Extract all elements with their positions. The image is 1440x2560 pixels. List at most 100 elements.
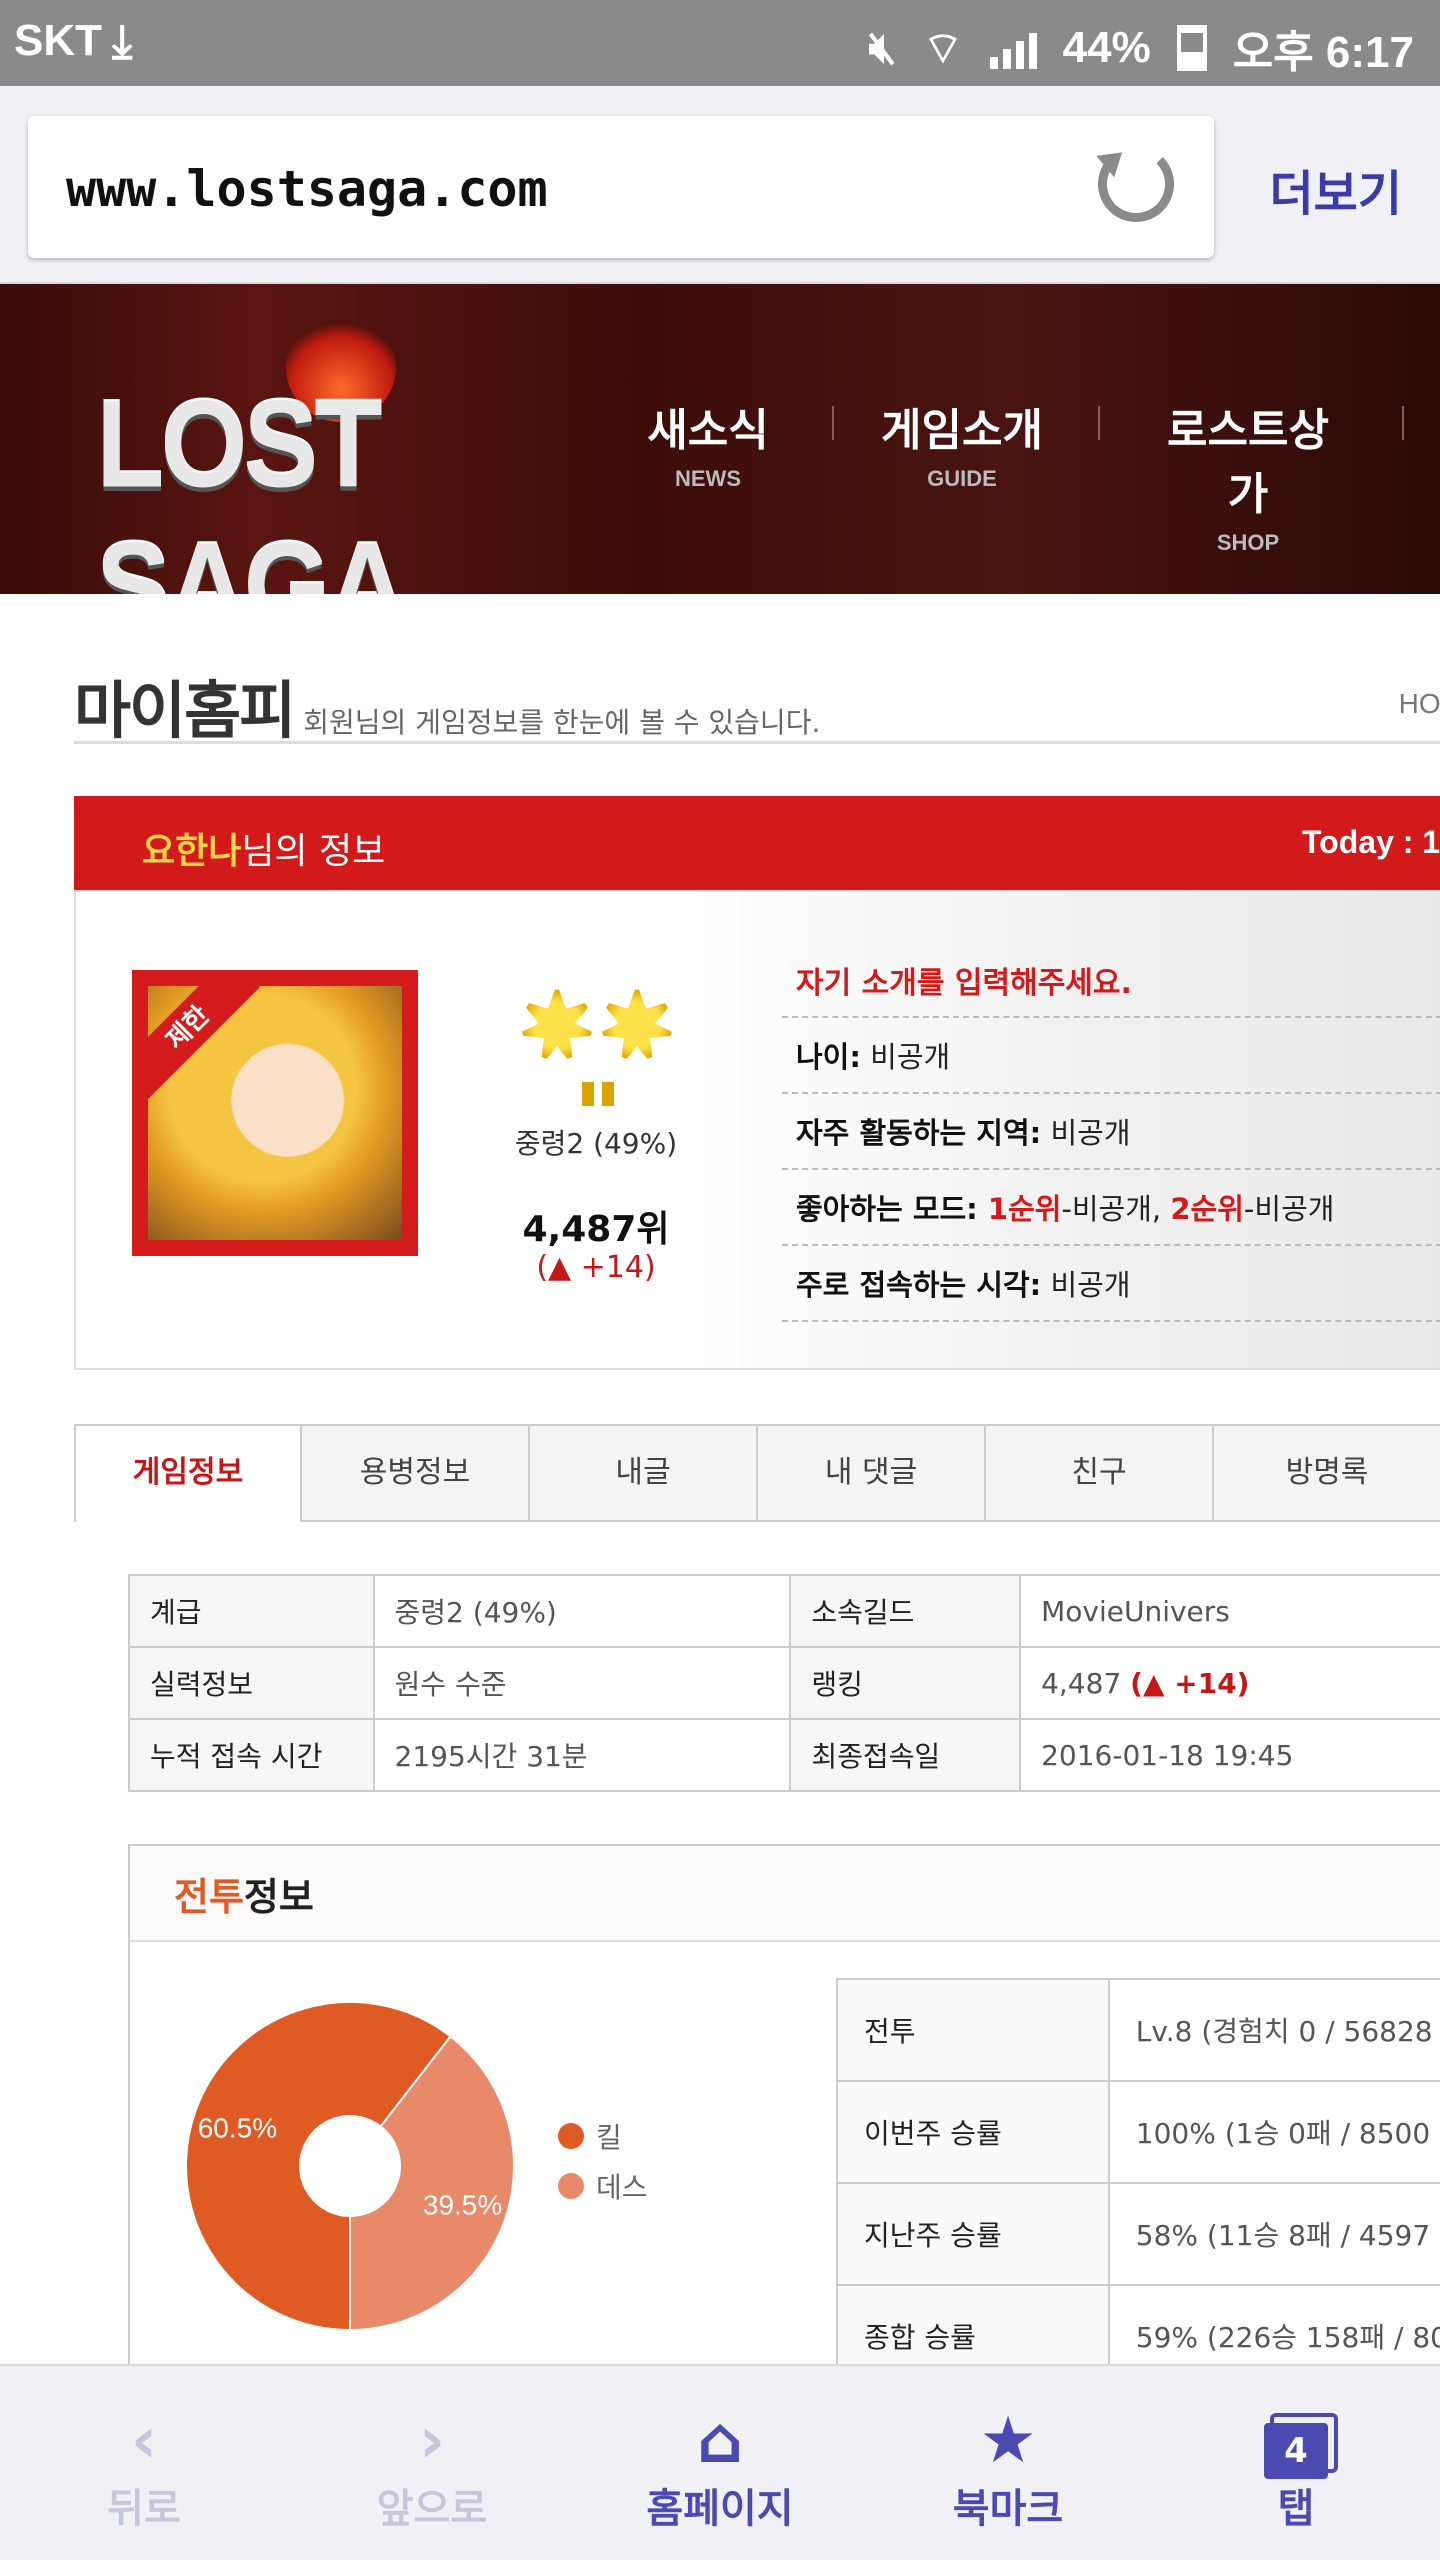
signal-icon [989, 27, 1037, 69]
battle-title-rest: 정보 [243, 1875, 314, 1919]
user-name: 요한나 [142, 831, 242, 872]
tab-friends[interactable]: 친구 [986, 1424, 1214, 1522]
table-header: 이번주 승률 [836, 2080, 1110, 2184]
battle-stats-table: 전투 Lv.8 (경험치 0 / 56828 이번주 승률 100% (1승 0패 … [836, 1978, 1440, 2388]
mute-icon: 🔇︎ [868, 23, 897, 72]
nav-news-sub: NEWS [675, 466, 741, 491]
table-row: 지난주 승률 58% (11승 8패 / 4597 [836, 2182, 1440, 2286]
legend-label: 킬 [596, 2121, 622, 2154]
url-bar[interactable]: www.lostsaga.com [28, 116, 1214, 258]
clock: 오후 6:17 [1232, 28, 1414, 77]
table-cell: 100% (1승 0패 / 8500 [1107, 2080, 1440, 2184]
tabs-icon: 4 [1206, 2406, 1386, 2479]
more-button[interactable]: 더보기 [1270, 154, 1402, 224]
table-cell: 중령2 (49%) [372, 1574, 792, 1648]
reload-icon[interactable] [1098, 146, 1174, 222]
table-header: 랭킹 [789, 1646, 1022, 1720]
rank-position: 4,487위 [522, 1209, 670, 1250]
tab-count: 4 [1264, 2423, 1328, 2479]
legend-swatch [558, 2123, 584, 2149]
avatar-image: 제한 [148, 986, 402, 1240]
nav-news-label: 새소식 [647, 405, 769, 456]
battery-icon [1176, 25, 1207, 71]
table-cell: 2016-01-18 19:45 [1019, 1718, 1440, 1792]
legend-item-kill: 킬 [558, 2116, 648, 2156]
table-cell: MovieUnivers [1019, 1574, 1440, 1648]
ranking-value: 4,487 [1041, 1666, 1122, 1700]
battle-info-panel: 전투정보 60.5% 39.5% 킬 데스 전투 Lv.8 (경험치 0 / 568… [128, 1844, 1440, 2388]
url-text[interactable]: www.lostsaga.com [66, 160, 548, 218]
pie-label-0: 60.5% [198, 2112, 277, 2143]
profile-region: 자주 활동하는 지역: 비공개 [782, 1094, 1440, 1170]
table-header: 소속길드 [789, 1574, 1022, 1648]
restricted-badge: 제한 [148, 986, 261, 1101]
region-value: 비공개 [1041, 1116, 1131, 1150]
table-row: 전투 Lv.8 (경험치 0 / 56828 [836, 1978, 1440, 2082]
table-header: 누적 접속 시간 [128, 1718, 375, 1792]
site-logo[interactable]: LOST SAGA [96, 312, 566, 594]
table-cell: 58% (11승 8패 / 4597 [1107, 2182, 1440, 2286]
homepage-button[interactable]: ⌂ 홈페이지 [630, 2406, 810, 2534]
mode-second: 2순위 [1170, 1192, 1244, 1226]
back-icon: ‹ [130, 2404, 158, 2478]
table-cell: 4,487 (▲ +14) [1019, 1646, 1440, 1720]
game-info-table: 계급 중령2 (49%) 소속길드 MovieUnivers 실력정보 원수 수… [128, 1574, 1440, 1792]
table-header: 전투 [836, 1978, 1110, 2082]
table-cell: Lv.8 (경험치 0 / 56828 [1107, 1978, 1440, 2082]
time-value: 비공개 [1041, 1268, 1131, 1302]
tab-guestbook[interactable]: 방명록 [1214, 1424, 1440, 1522]
battery-percent: 44% [1062, 23, 1151, 72]
table-row: 실력정보 원수 수준 랭킹 4,487 (▲ +14) [128, 1646, 1440, 1720]
profile-time: 주로 접속하는 시각: 비공개 [782, 1246, 1440, 1322]
page-subtitle: 회원님의 게임정보를 한눈에 볼 수 있습니다. [303, 706, 821, 739]
nav-divider [832, 406, 834, 440]
table-cell: 2195시간 31분 [372, 1718, 792, 1792]
table-header: 계급 [128, 1574, 375, 1648]
kill-death-pie-chart: 60.5% 39.5% [185, 2001, 515, 2332]
rank-insignia-icon [516, 984, 686, 1106]
mode-label: 좋아하는 모드: [796, 1192, 978, 1226]
today-count: Today : 18 [1302, 824, 1440, 860]
profile-details: 자기 소개를 입력해주세요. 나이: 비공개 자주 활동하는 지역: 비공개 좋… [782, 952, 1440, 1322]
nav-shop[interactable]: 로스트상가 SHOP [1148, 394, 1348, 556]
table-cell: 원수 수준 [372, 1646, 792, 1720]
bookmark-label: 북마크 [952, 2486, 1064, 2532]
mode-first-value: -비공개, [1061, 1192, 1171, 1226]
back-label: 뒤로 [107, 2486, 181, 2532]
nav-guide[interactable]: 게임소개 GUIDE [862, 394, 1062, 492]
homepage-label: 홈페이지 [646, 2486, 794, 2532]
tab-my-posts[interactable]: 내글 [530, 1424, 758, 1522]
site-header: LOST SAGA 새소식 NEWS 게임소개 GUIDE 로스트상가 SHOP [0, 284, 1440, 594]
forward-label: 앞으로 [376, 2486, 488, 2532]
forward-button[interactable]: › 앞으로 [342, 2406, 522, 2534]
tabs-button[interactable]: 4 탭 [1206, 2406, 1386, 2534]
mode-first: 1순위 [977, 1192, 1062, 1226]
back-button[interactable]: ‹ 뒤로 [54, 2406, 234, 2534]
table-header: 실력정보 [128, 1646, 375, 1720]
legend-item-death: 데스 [558, 2166, 648, 2206]
time-label: 주로 접속하는 시각: [796, 1268, 1042, 1302]
profile-title: 요한나님의 정보 [142, 822, 385, 874]
wifi-icon: ⌔ [922, 23, 964, 73]
mode-second-value: -비공개 [1243, 1192, 1335, 1226]
status-bar: SKT ⤓ 🔇︎ ⌔ 44% 오후 6:17 [0, 0, 1440, 86]
page-title-bar: 마이홈피 회원님의 게임정보를 한눈에 볼 수 있습니다. HOM [74, 660, 1440, 747]
nav-guide-sub: GUIDE [927, 466, 997, 491]
tab-my-comments[interactable]: 내 댓글 [758, 1424, 986, 1522]
nav-news[interactable]: 새소식 NEWS [608, 394, 808, 492]
avatar: 제한 [132, 970, 418, 1256]
region-label: 자주 활동하는 지역: [796, 1116, 1042, 1150]
profile-panel: 제한 중령2 (49%) 4,487위 (▲ +14) 자기 소개를 입력해주세… [74, 890, 1440, 1370]
self-intro-link[interactable]: 자기 소개를 입력해주세요. [782, 952, 1440, 1018]
tab-game-info[interactable]: 게임정보 [74, 1424, 302, 1522]
battle-title-accent: 전투 [174, 1875, 244, 1919]
legend-swatch [558, 2173, 584, 2199]
profile-age: 나이: 비공개 [782, 1018, 1440, 1094]
legend-label: 데스 [596, 2171, 648, 2204]
breadcrumb[interactable]: HOM [1399, 688, 1440, 720]
tabs-label: 탭 [1277, 2486, 1315, 2532]
table-header: 최종접속일 [789, 1718, 1022, 1792]
tab-mercenary[interactable]: 용병정보 [302, 1424, 530, 1522]
bookmark-button[interactable]: ★ 북마크 [918, 2406, 1098, 2534]
browser-bottom-nav: ‹ 뒤로 › 앞으로 ⌂ 홈페이지 ★ 북마크 4 탭 [0, 2364, 1440, 2560]
